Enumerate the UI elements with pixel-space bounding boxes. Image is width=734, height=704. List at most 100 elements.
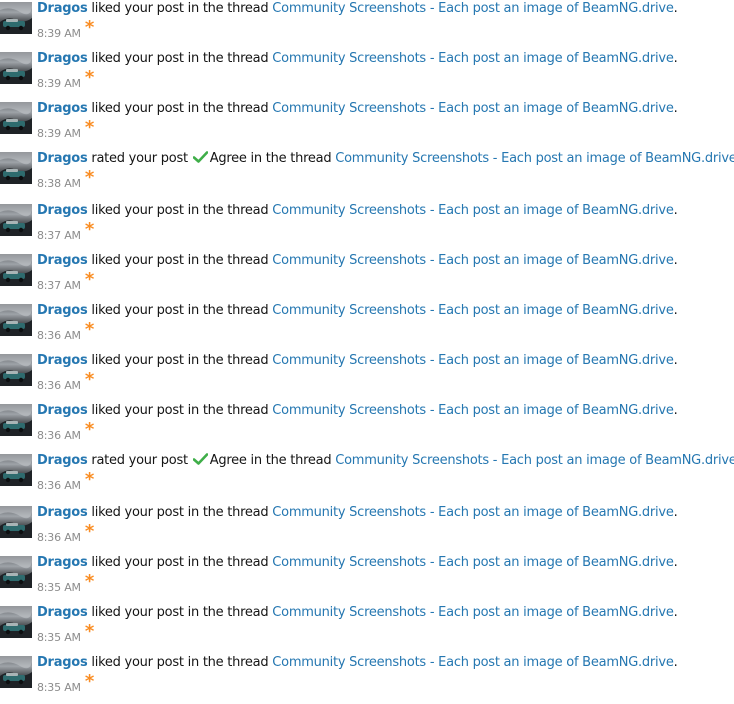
- username-link[interactable]: Dragos: [37, 303, 88, 318]
- username-link[interactable]: Dragos: [37, 353, 88, 368]
- avatar[interactable]: [0, 454, 32, 486]
- avatar[interactable]: [0, 254, 32, 286]
- alert-action: rated your post: [91, 453, 188, 468]
- alert-item: Dragos liked your post in the thread Com…: [0, 654, 734, 704]
- avatar[interactable]: [0, 656, 32, 688]
- timestamp: 8:36 AM: [37, 329, 81, 342]
- new-alert-indicator: *: [84, 419, 95, 440]
- alert-action: liked your post in the thread: [91, 403, 269, 418]
- avatar[interactable]: [0, 606, 32, 638]
- thread-link[interactable]: Community Screenshots - Each post an ima…: [272, 51, 674, 66]
- timestamp: 8:36 AM: [37, 429, 81, 442]
- avatar[interactable]: [0, 556, 32, 588]
- avatar[interactable]: [0, 2, 32, 34]
- alert-action: liked your post in the thread: [91, 1, 269, 16]
- new-alert-indicator: *: [84, 469, 95, 490]
- alert-item: Dragos liked your post in the thread Com…: [0, 352, 734, 402]
- avatar[interactable]: [0, 304, 32, 336]
- rating-label: Agree in the thread: [209, 453, 332, 468]
- timestamp: 8:39 AM: [37, 77, 81, 90]
- timestamp: 8:35 AM: [37, 581, 81, 594]
- alert-text: Dragos liked your post in the thread Com…: [37, 604, 678, 622]
- avatar[interactable]: [0, 102, 32, 134]
- alert-period: .: [673, 555, 678, 570]
- new-alert-indicator: *: [84, 319, 95, 340]
- alert-text: Dragos liked your post in the thread Com…: [37, 202, 678, 220]
- alert-item: Dragos liked your post in the thread Com…: [0, 604, 734, 654]
- avatar[interactable]: [0, 404, 32, 436]
- avatar[interactable]: [0, 52, 32, 84]
- timestamp: 8:38 AM: [37, 177, 81, 190]
- timestamp: 8:36 AM: [37, 379, 81, 392]
- alert-meta: 8:39 AM *: [37, 119, 94, 142]
- alert-text: Dragos liked your post in the thread Com…: [37, 0, 678, 18]
- thread-link[interactable]: Community Screenshots - Each post an ima…: [272, 605, 674, 620]
- thread-link[interactable]: Community Screenshots - Each post an ima…: [272, 101, 674, 116]
- timestamp: 8:37 AM: [37, 229, 81, 242]
- username-link[interactable]: Dragos: [37, 253, 88, 268]
- username-link[interactable]: Dragos: [37, 151, 88, 166]
- alert-period: .: [673, 403, 678, 418]
- alert-meta: 8:36 AM *: [37, 523, 94, 546]
- new-alert-indicator: *: [84, 17, 95, 38]
- avatar[interactable]: [0, 204, 32, 236]
- check-icon: [192, 151, 208, 163]
- alert-meta: 8:35 AM *: [37, 573, 94, 596]
- alert-action: liked your post in the thread: [91, 203, 269, 218]
- username-link[interactable]: Dragos: [37, 101, 88, 116]
- alert-meta: 8:37 AM *: [37, 221, 94, 244]
- alert-meta: 8:39 AM *: [37, 19, 94, 42]
- thread-link[interactable]: Community Screenshots - Each post an ima…: [272, 353, 674, 368]
- thread-link[interactable]: Community Screenshots - Each post an ima…: [272, 203, 674, 218]
- alert-period: .: [673, 505, 678, 520]
- timestamp: 8:36 AM: [37, 479, 81, 492]
- thread-link[interactable]: Community Screenshots - Each post an ima…: [272, 505, 674, 520]
- alert-meta: 8:36 AM *: [37, 421, 94, 444]
- thread-link[interactable]: Community Screenshots - Each post an ima…: [272, 303, 674, 318]
- alert-item: Dragos liked your post in the thread Com…: [0, 302, 734, 352]
- alert-meta: 8:38 AM *: [37, 169, 94, 192]
- new-alert-indicator: *: [84, 167, 95, 188]
- alert-item: Dragos liked your post in the thread Com…: [0, 402, 734, 452]
- alert-text: Dragos liked your post in the thread Com…: [37, 554, 678, 572]
- new-alert-indicator: *: [84, 571, 95, 592]
- alert-item: Dragos liked your post in the thread Com…: [0, 504, 734, 554]
- new-alert-indicator: *: [84, 117, 95, 138]
- alert-action: liked your post in the thread: [91, 605, 269, 620]
- alert-action: liked your post in the thread: [91, 353, 269, 368]
- alert-action: liked your post in the thread: [91, 655, 269, 670]
- alert-period: .: [673, 605, 678, 620]
- avatar[interactable]: [0, 152, 32, 184]
- alert-item: Dragos liked your post in the thread Com…: [0, 100, 734, 150]
- alert-text: Dragos liked your post in the thread Com…: [37, 302, 678, 320]
- timestamp: 8:39 AM: [37, 27, 81, 40]
- alert-action: liked your post in the thread: [91, 253, 269, 268]
- thread-link[interactable]: Community Screenshots - Each post an ima…: [272, 655, 674, 670]
- alert-text: Dragos liked your post in the thread Com…: [37, 252, 678, 270]
- username-link[interactable]: Dragos: [37, 51, 88, 66]
- username-link[interactable]: Dragos: [37, 403, 88, 418]
- username-link[interactable]: Dragos: [37, 203, 88, 218]
- alert-text: Dragos liked your post in the thread Com…: [37, 402, 678, 420]
- avatar[interactable]: [0, 506, 32, 538]
- alert-action: liked your post in the thread: [91, 555, 269, 570]
- avatar[interactable]: [0, 354, 32, 386]
- thread-link[interactable]: Community Screenshots - Each post an ima…: [272, 253, 674, 268]
- thread-link[interactable]: Community Screenshots - Each post an ima…: [335, 453, 734, 468]
- alert-action: rated your post: [91, 151, 188, 166]
- username-link[interactable]: Dragos: [37, 453, 88, 468]
- alert-period: .: [673, 101, 678, 116]
- thread-link[interactable]: Community Screenshots - Each post an ima…: [335, 151, 734, 166]
- thread-link[interactable]: Community Screenshots - Each post an ima…: [272, 403, 674, 418]
- username-link[interactable]: Dragos: [37, 505, 88, 520]
- username-link[interactable]: Dragos: [37, 1, 88, 16]
- username-link[interactable]: Dragos: [37, 605, 88, 620]
- alert-period: .: [673, 353, 678, 368]
- username-link[interactable]: Dragos: [37, 655, 88, 670]
- timestamp: 8:37 AM: [37, 279, 81, 292]
- thread-link[interactable]: Community Screenshots - Each post an ima…: [272, 555, 674, 570]
- alert-text: Dragos liked your post in the thread Com…: [37, 100, 678, 118]
- alert-text: Dragos liked your post in the thread Com…: [37, 654, 678, 672]
- thread-link[interactable]: Community Screenshots - Each post an ima…: [272, 1, 674, 16]
- username-link[interactable]: Dragos: [37, 555, 88, 570]
